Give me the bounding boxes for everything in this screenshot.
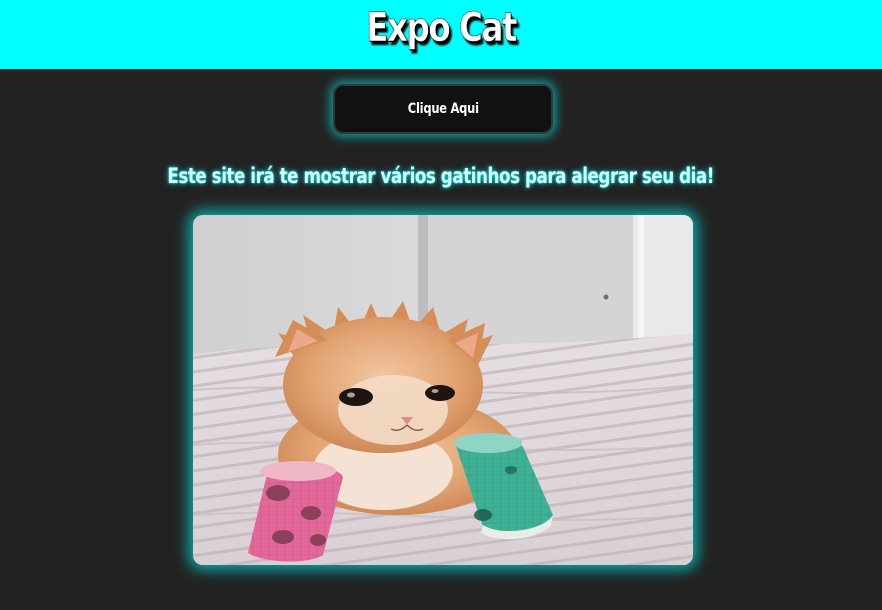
- click-here-button[interactable]: Clique Aqui: [333, 84, 553, 134]
- page-header: Expo Cat: [0, 0, 882, 69]
- kitten-photo: [193, 215, 693, 565]
- click-here-button-label: Clique Aqui: [407, 101, 479, 117]
- tagline-text: Este site irá te mostrar vários gatinhos…: [167, 164, 715, 188]
- site-title: Expo Cat: [366, 5, 518, 52]
- tagline: Este site irá te mostrar vários gatinhos…: [0, 160, 882, 192]
